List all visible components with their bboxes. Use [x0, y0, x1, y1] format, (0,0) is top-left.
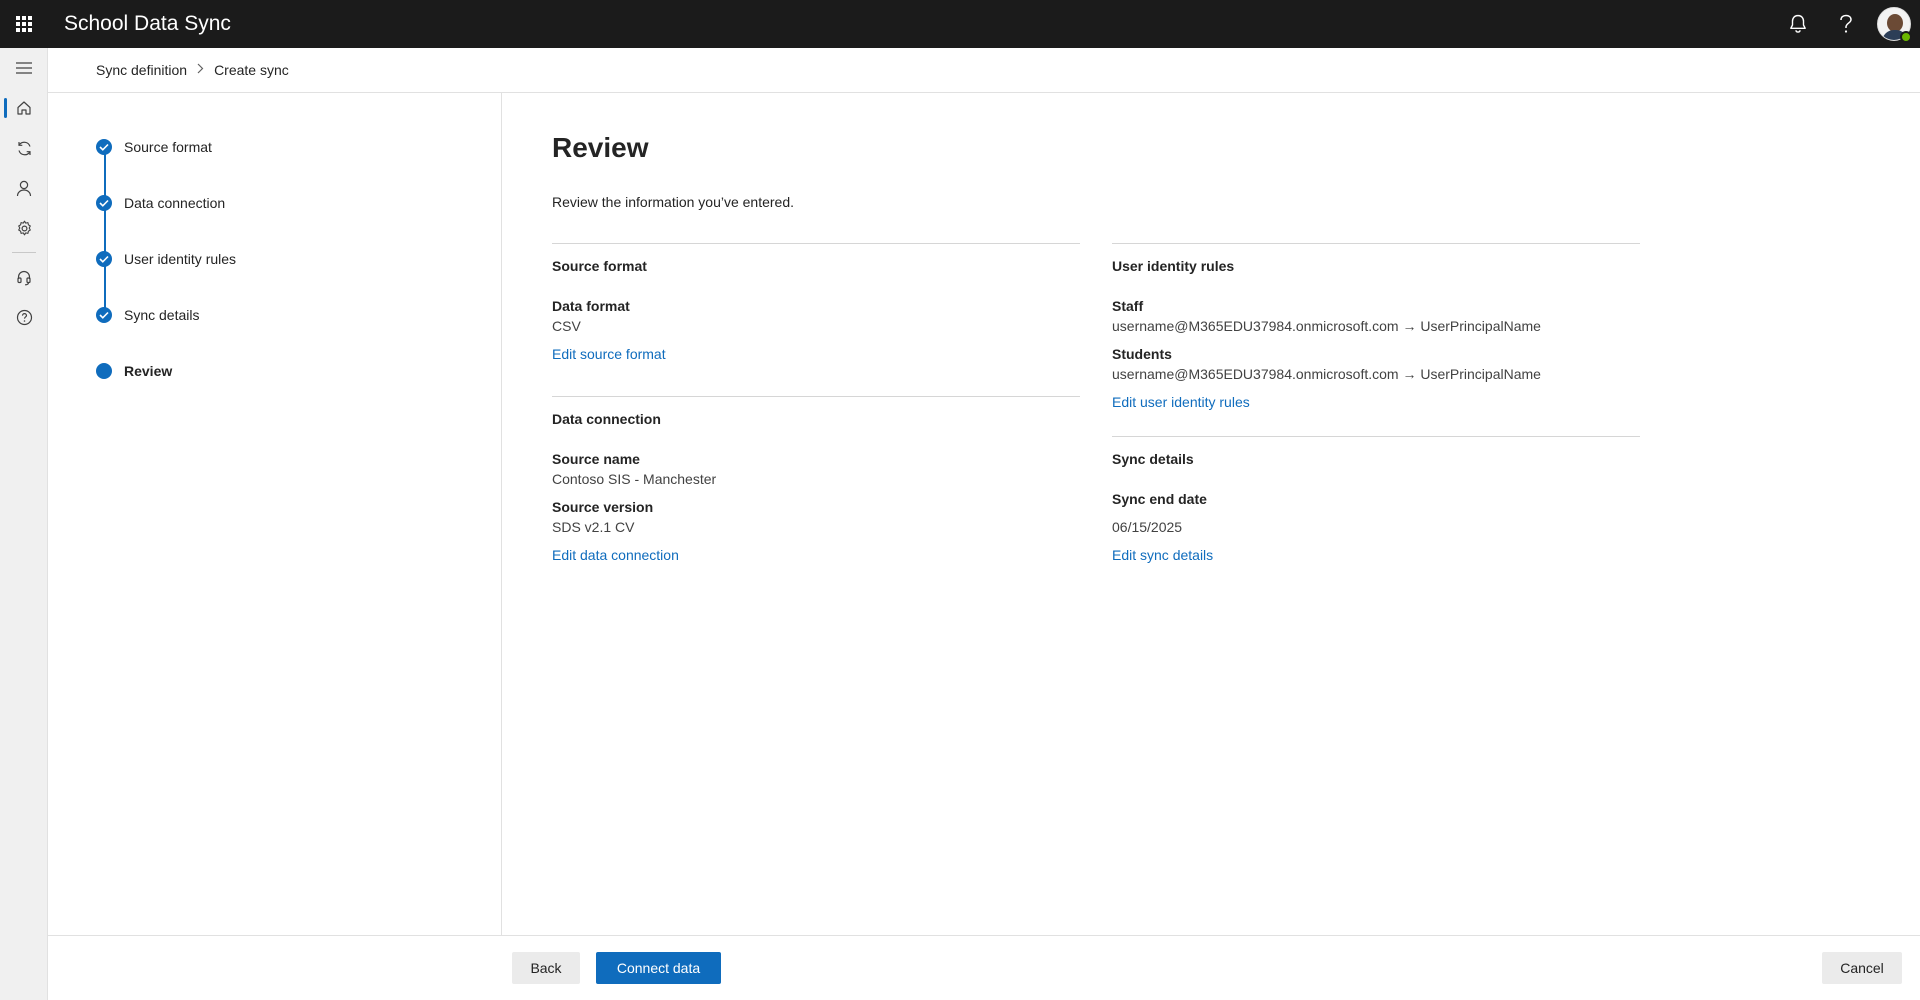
- page-title: Review: [552, 132, 649, 163]
- checkmark-icon: [96, 139, 112, 155]
- staff-value: username@M365EDU37984.onmicrosoft.com → …: [1112, 318, 1541, 334]
- step-user-identity-rules[interactable]: User identity rules: [96, 251, 236, 267]
- help-question-icon[interactable]: [1822, 0, 1870, 48]
- step-label: Sync details: [124, 307, 200, 323]
- presence-available-icon: [1900, 31, 1912, 43]
- rail-divider: [12, 252, 36, 253]
- chevron-right-icon: [197, 63, 204, 77]
- sync-end-date-label: Sync end date: [1112, 491, 1207, 507]
- data-format-value: CSV: [552, 318, 581, 334]
- edit-user-identity-rules-link[interactable]: Edit user identity rules: [1112, 394, 1250, 410]
- edit-data-connection-link[interactable]: Edit data connection: [552, 547, 679, 563]
- home-icon[interactable]: [0, 88, 48, 128]
- checkmark-icon: [96, 195, 112, 211]
- edit-sync-details-link[interactable]: Edit sync details: [1112, 547, 1213, 563]
- checkmark-icon: [96, 307, 112, 323]
- breadcrumb: Sync definition Create sync: [48, 48, 1920, 93]
- step-review[interactable]: Review: [96, 363, 172, 379]
- data-format-label: Data format: [552, 298, 630, 314]
- support-headset-icon[interactable]: [0, 257, 48, 297]
- section-user-identity-rules: User identity rules Staff username@M365E…: [1112, 243, 1640, 435]
- sync-end-date-value: 06/15/2025: [1112, 519, 1183, 535]
- section-title: Data connection: [552, 411, 661, 427]
- step-label: User identity rules: [124, 251, 237, 267]
- students-value: username@M365EDU37984.onmicrosoft.com → …: [1112, 366, 1541, 382]
- edit-source-format-link[interactable]: Edit source format: [552, 346, 666, 362]
- page-description: Review the information you’ve entered.: [552, 194, 795, 210]
- students-label: Students: [1112, 346, 1172, 362]
- person-icon[interactable]: [0, 168, 48, 208]
- wizard-steps-panel: Source format Data connection User ident…: [48, 93, 502, 935]
- source-name-value: Contoso SIS - Manchester: [552, 471, 717, 487]
- step-label: Source format: [124, 139, 212, 155]
- section-title: Sync details: [1112, 451, 1194, 467]
- source-name-label: Source name: [552, 451, 640, 467]
- steps-connector-line: [104, 148, 106, 313]
- breadcrumb-sync-definition[interactable]: Sync definition: [96, 62, 187, 78]
- left-nav-rail: [0, 48, 48, 1000]
- section-data-connection: Data connection Source name Contoso SIS …: [552, 396, 1080, 576]
- current-step-dot-icon: [96, 363, 112, 379]
- step-label: Review: [124, 363, 173, 379]
- back-button[interactable]: Back: [512, 952, 580, 984]
- staff-label: Staff: [1112, 298, 1144, 314]
- notifications-bell-icon[interactable]: [1774, 0, 1822, 48]
- step-data-connection[interactable]: Data connection: [96, 195, 225, 211]
- section-source-format: Source format Data format CSV Edit sourc…: [552, 243, 1080, 395]
- app-title: School Data Sync: [64, 12, 231, 35]
- connect-data-button[interactable]: Connect data: [596, 952, 721, 984]
- checkmark-icon: [96, 251, 112, 267]
- app-launcher-icon[interactable]: [0, 0, 48, 48]
- source-version-label: Source version: [552, 499, 654, 515]
- step-label: Data connection: [124, 195, 226, 211]
- section-sync-details: Sync details Sync end date 06/15/2025 Ed…: [1112, 436, 1640, 576]
- section-title: Source format: [552, 258, 647, 274]
- section-title: User identity rules: [1112, 258, 1235, 274]
- cancel-button[interactable]: Cancel: [1822, 952, 1902, 984]
- wizard-footer: Back Connect data Cancel: [48, 935, 1920, 1000]
- help-circle-icon[interactable]: [0, 297, 48, 337]
- source-version-value: SDS v2.1 CV: [552, 519, 635, 535]
- settings-gear-icon[interactable]: [0, 208, 48, 248]
- step-sync-details[interactable]: Sync details: [96, 307, 199, 323]
- breadcrumb-create-sync: Create sync: [214, 62, 289, 78]
- top-bar: School Data Sync: [0, 0, 1920, 48]
- step-source-format[interactable]: Source format: [96, 139, 212, 155]
- hamburger-menu-icon[interactable]: [0, 48, 48, 88]
- sync-icon[interactable]: [0, 128, 48, 168]
